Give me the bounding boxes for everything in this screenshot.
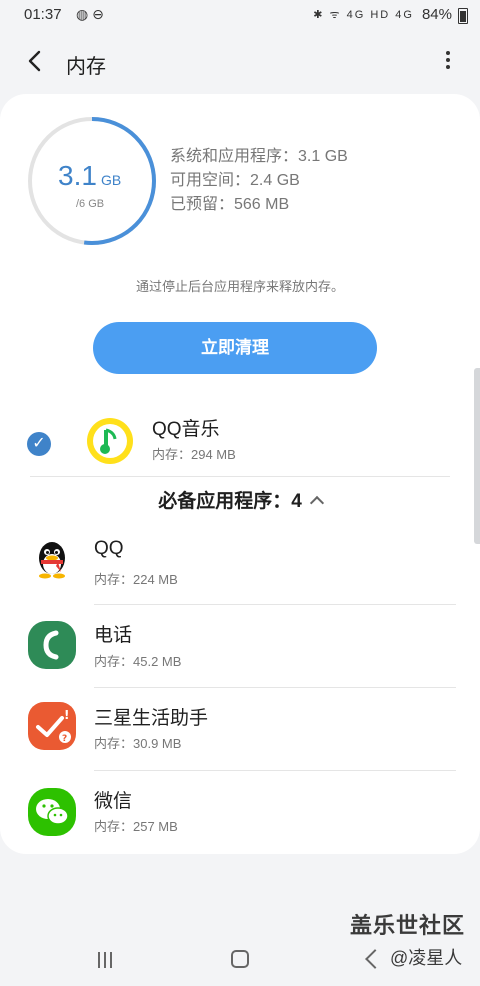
- qq-penguin-icon: [39, 542, 65, 579]
- memory-used-value: 3.1: [58, 160, 97, 191]
- edge-panel-handle[interactable]: [474, 368, 480, 544]
- qq-music-icon: [87, 418, 133, 464]
- app-memory: 内存：257 MB: [94, 819, 178, 834]
- list-item-samsung-assistant[interactable]: ! ? 三星生活助手 内存：30.9 MB: [0, 689, 480, 771]
- status-bar: 01:37 ◍ ⊖ ✱ ᯤ 4G HD 4G 84%: [0, 0, 480, 30]
- app-name: QQ: [94, 538, 124, 559]
- chevron-up-icon: [309, 495, 324, 511]
- divider: [94, 604, 456, 605]
- memory-info: 系统和应用程序：3.1 GB 可用空间：2.4 GB 已预留：566 MB: [170, 145, 348, 217]
- wechat-icon: [28, 788, 76, 836]
- section-title-label: 必备应用程序：4: [158, 491, 302, 512]
- memory-total: /6 GB: [76, 198, 105, 210]
- battery-icon: [458, 8, 468, 24]
- app-memory: 内存：45.2 MB: [94, 654, 182, 669]
- divider: [94, 687, 456, 688]
- list-item-wechat[interactable]: 微信 内存：257 MB: [0, 772, 480, 854]
- more-vert-icon[interactable]: [438, 48, 458, 76]
- system-apps-memory: 系统和应用程序：3.1 GB: [170, 148, 348, 165]
- app-name: QQ音乐: [152, 419, 220, 440]
- memory-used-unit: GB: [100, 172, 122, 188]
- memory-card: 3.1 GB /6 GB 系统和应用程序：3.1 GB 可用空间：2.4 GB 已…: [0, 94, 480, 854]
- app-header: 内存: [0, 38, 480, 86]
- app-name: 微信: [94, 791, 133, 812]
- battery-percent: 84%: [421, 6, 452, 23]
- divider: [30, 476, 450, 477]
- app-memory: 内存：294 MB: [152, 447, 236, 462]
- back-nav-icon[interactable]: [365, 949, 385, 969]
- memory-used: 3.1 GB: [58, 160, 121, 192]
- arrow-back-icon[interactable]: [22, 48, 48, 74]
- navigation-bar: [0, 930, 480, 986]
- status-right-icons: ✱ ᯤ 4G HD 4G: [313, 9, 414, 21]
- samsung-life-assistant-icon: ! ?: [28, 702, 76, 750]
- svg-text:?: ?: [62, 734, 67, 744]
- app-name: 电话: [94, 625, 133, 646]
- app-memory: 内存：224 MB: [94, 572, 178, 587]
- list-item-phone[interactable]: 电话 内存：45.2 MB: [0, 606, 480, 688]
- recent-apps-icon[interactable]: [98, 952, 116, 968]
- hint-text: 通过停止后台应用程序来释放内存。: [135, 279, 344, 294]
- page-title: 内存: [66, 56, 106, 78]
- svg-text:!: !: [64, 708, 69, 722]
- divider: [94, 770, 456, 771]
- clean-now-button[interactable]: 立即清理: [93, 322, 377, 374]
- reserved-memory: 已预留：566 MB: [170, 196, 290, 213]
- available-memory: 可用空间：2.4 GB: [170, 172, 300, 189]
- list-item-qqmusic[interactable]: ✓ QQ音乐 内存：294 MB: [0, 404, 480, 476]
- status-left-icons: ◍ ⊖: [76, 6, 104, 22]
- phone-icon: [28, 621, 76, 669]
- home-icon[interactable]: [231, 950, 249, 968]
- list-item-qq[interactable]: QQ 内存：224 MB: [0, 522, 480, 604]
- section-title[interactable]: 必备应用程序：4: [0, 486, 480, 513]
- app-memory: 内存：30.9 MB: [94, 736, 182, 751]
- checkbox-checked-icon[interactable]: ✓: [27, 432, 51, 456]
- status-time: 01:37: [24, 6, 62, 23]
- app-name: 三星生活助手: [94, 708, 209, 729]
